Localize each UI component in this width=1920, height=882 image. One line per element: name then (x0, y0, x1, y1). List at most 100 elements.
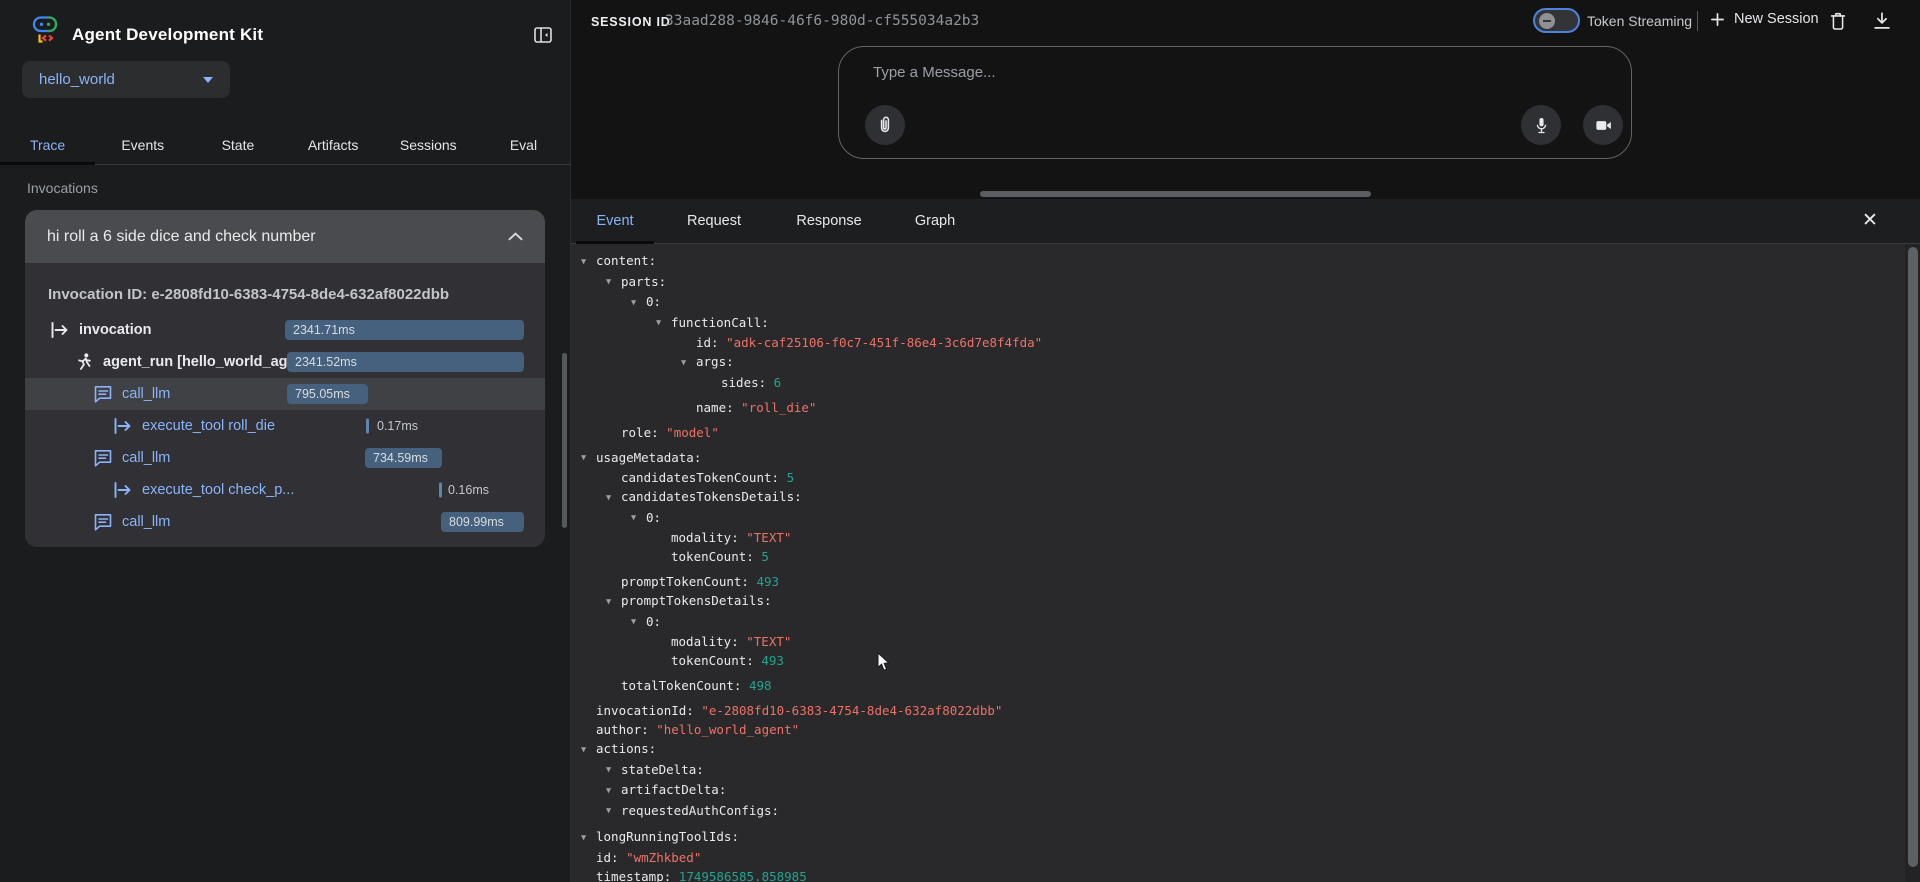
camera-button[interactable] (1583, 105, 1623, 145)
duration-tick (366, 419, 369, 434)
json-line: id: "adk-caf25106-f0c7-451f-86e4-3c6d7e8… (681, 333, 1905, 352)
trace-row[interactable]: agent_run [hello_world_agent]2341.52ms (25, 346, 545, 378)
message-input[interactable]: Type a Message... (838, 46, 1632, 159)
sidebar-tab-artifacts[interactable]: Artifacts (286, 126, 381, 164)
json-line: ▼0: (631, 292, 1905, 313)
expand-arrow-icon[interactable]: ▼ (581, 741, 596, 760)
new-session-button[interactable]: New Session (1710, 11, 1819, 27)
invocation-card-header[interactable]: hi roll a 6 side dice and check number (25, 210, 545, 263)
json-line: ▼artifactDelta: (606, 780, 1905, 801)
json-value: "TEXT" (739, 530, 792, 545)
json-value: "hello_world_agent" (649, 722, 800, 737)
trace-row[interactable]: call_llm734.59ms (25, 442, 545, 474)
json-key: 0: (646, 510, 661, 525)
invocations-label: Invocations (27, 180, 98, 196)
close-detail-button[interactable]: ✕ (1848, 199, 1892, 243)
expand-arrow-icon[interactable]: ▼ (681, 354, 696, 373)
json-line: modality: "TEXT" (656, 632, 1905, 651)
event-json-tree: ▼content:▼parts:▼0:▼functionCall:id: "ad… (571, 244, 1905, 882)
trace-row[interactable]: invocation 2341.71ms (25, 314, 545, 346)
expand-arrow-icon[interactable]: ▼ (606, 761, 621, 780)
expand-arrow-icon[interactable]: ▼ (631, 613, 646, 632)
json-line: ▼0: (631, 612, 1905, 633)
attach-file-button[interactable] (865, 105, 905, 145)
sidebar-tab-eval[interactable]: Eval (476, 126, 571, 164)
expand-arrow-icon[interactable]: ▼ (606, 593, 621, 612)
json-key: sides: (721, 375, 766, 390)
detail-tab-graph[interactable]: Graph (891, 199, 979, 243)
chat-icon (93, 384, 113, 404)
detail-tab-request[interactable]: Request (670, 199, 758, 243)
duration-text: 0.16ms (448, 483, 489, 497)
expand-arrow-icon[interactable]: ▼ (631, 294, 646, 313)
trace-row[interactable]: execute_tool check_p... 0.16ms (25, 474, 545, 506)
topbar-divider (1697, 11, 1698, 31)
duration-tick (439, 483, 442, 498)
expand-arrow-icon[interactable]: ▼ (606, 273, 621, 292)
expand-arrow-icon[interactable]: ▼ (606, 802, 621, 821)
json-line: ▼parts: (606, 272, 1905, 293)
sidebar: Agent Development Kit hello_world TraceE… (0, 0, 571, 882)
token-streaming-toggle[interactable] (1533, 8, 1580, 33)
arrow-icon (113, 416, 133, 436)
expand-arrow-icon[interactable]: ▼ (581, 829, 596, 848)
sidebar-scrollbar[interactable] (562, 353, 567, 528)
json-line: id: "wmZhkbed" (581, 848, 1905, 867)
json-key: id: (596, 850, 619, 865)
adk-web-app: Agent Development Kit hello_world TraceE… (0, 0, 1920, 882)
chat-icon (93, 448, 113, 468)
json-key: actions: (596, 741, 656, 756)
detail-tabs: ✕ Event Request Response Graph (571, 199, 1920, 244)
json-line: ▼0: (631, 508, 1905, 529)
microphone-button[interactable] (1521, 105, 1561, 145)
sidebar-tab-sessions[interactable]: Sessions (381, 126, 476, 164)
expand-arrow-icon[interactable]: ▼ (631, 509, 646, 528)
trace-row-label: invocation (79, 322, 152, 338)
chat-icon (93, 512, 113, 532)
json-key: modality: (671, 530, 739, 545)
dropdown-caret-icon (203, 77, 213, 83)
sidebar-tab-trace[interactable]: Trace (0, 126, 95, 164)
trace-row-label: call_llm (122, 514, 170, 530)
json-key: id: (696, 335, 719, 350)
vertical-scrollbar-track[interactable] (1905, 244, 1920, 882)
json-value: 5 (779, 470, 794, 485)
expand-arrow-icon[interactable]: ▼ (656, 314, 671, 333)
horizontal-scrollbar[interactable] (980, 191, 1371, 197)
app-select-dropdown[interactable]: hello_world (22, 61, 230, 98)
sidebar-tab-state[interactable]: State (190, 126, 285, 164)
trace-row[interactable]: execute_tool roll_die0.17ms (25, 410, 545, 442)
trace-row[interactable]: call_llm795.05ms (25, 378, 545, 410)
duration-bar: 734.59ms (365, 448, 442, 468)
toggle-knob (1539, 13, 1555, 29)
expand-arrow-icon[interactable]: ▼ (606, 782, 621, 801)
message-placeholder: Type a Message... (873, 64, 996, 81)
json-key: content: (596, 253, 656, 268)
json-value: "e-2808fd10-6383-4754-8de4-632af8022dbb" (694, 703, 1003, 718)
export-session-button[interactable] (1871, 10, 1893, 32)
json-line: tokenCount: 493 (656, 651, 1905, 670)
duration-bar: 2341.71ms (285, 320, 524, 340)
json-line: ▼functionCall: (656, 313, 1905, 334)
detail-tab-event[interactable]: Event (576, 199, 654, 243)
expand-arrow-icon[interactable]: ▼ (581, 449, 596, 468)
expand-arrow-icon[interactable]: ▼ (581, 253, 596, 272)
expand-arrow-icon[interactable]: ▼ (606, 489, 621, 508)
app-title: Agent Development Kit (72, 25, 263, 45)
detail-tab-response[interactable]: Response (781, 199, 877, 243)
vertical-scrollbar-thumb[interactable] (1908, 247, 1918, 867)
json-key: functionCall: (671, 315, 769, 330)
json-value: 493 (754, 653, 784, 668)
collapse-sidebar-icon[interactable] (532, 24, 554, 46)
chevron-up-icon[interactable] (508, 232, 523, 241)
sidebar-tab-events[interactable]: Events (95, 126, 190, 164)
delete-session-button[interactable] (1827, 10, 1849, 32)
json-key: stateDelta: (621, 762, 704, 777)
json-key: role: (621, 425, 659, 440)
json-value: 6 (766, 375, 781, 390)
trace-row[interactable]: call_llm809.99ms (25, 506, 545, 538)
trace-row-label: execute_tool check_p... (142, 482, 294, 498)
json-key: usageMetadata: (596, 450, 701, 465)
video-camera-icon (1594, 116, 1613, 135)
json-line: role: "model" (606, 423, 1905, 442)
